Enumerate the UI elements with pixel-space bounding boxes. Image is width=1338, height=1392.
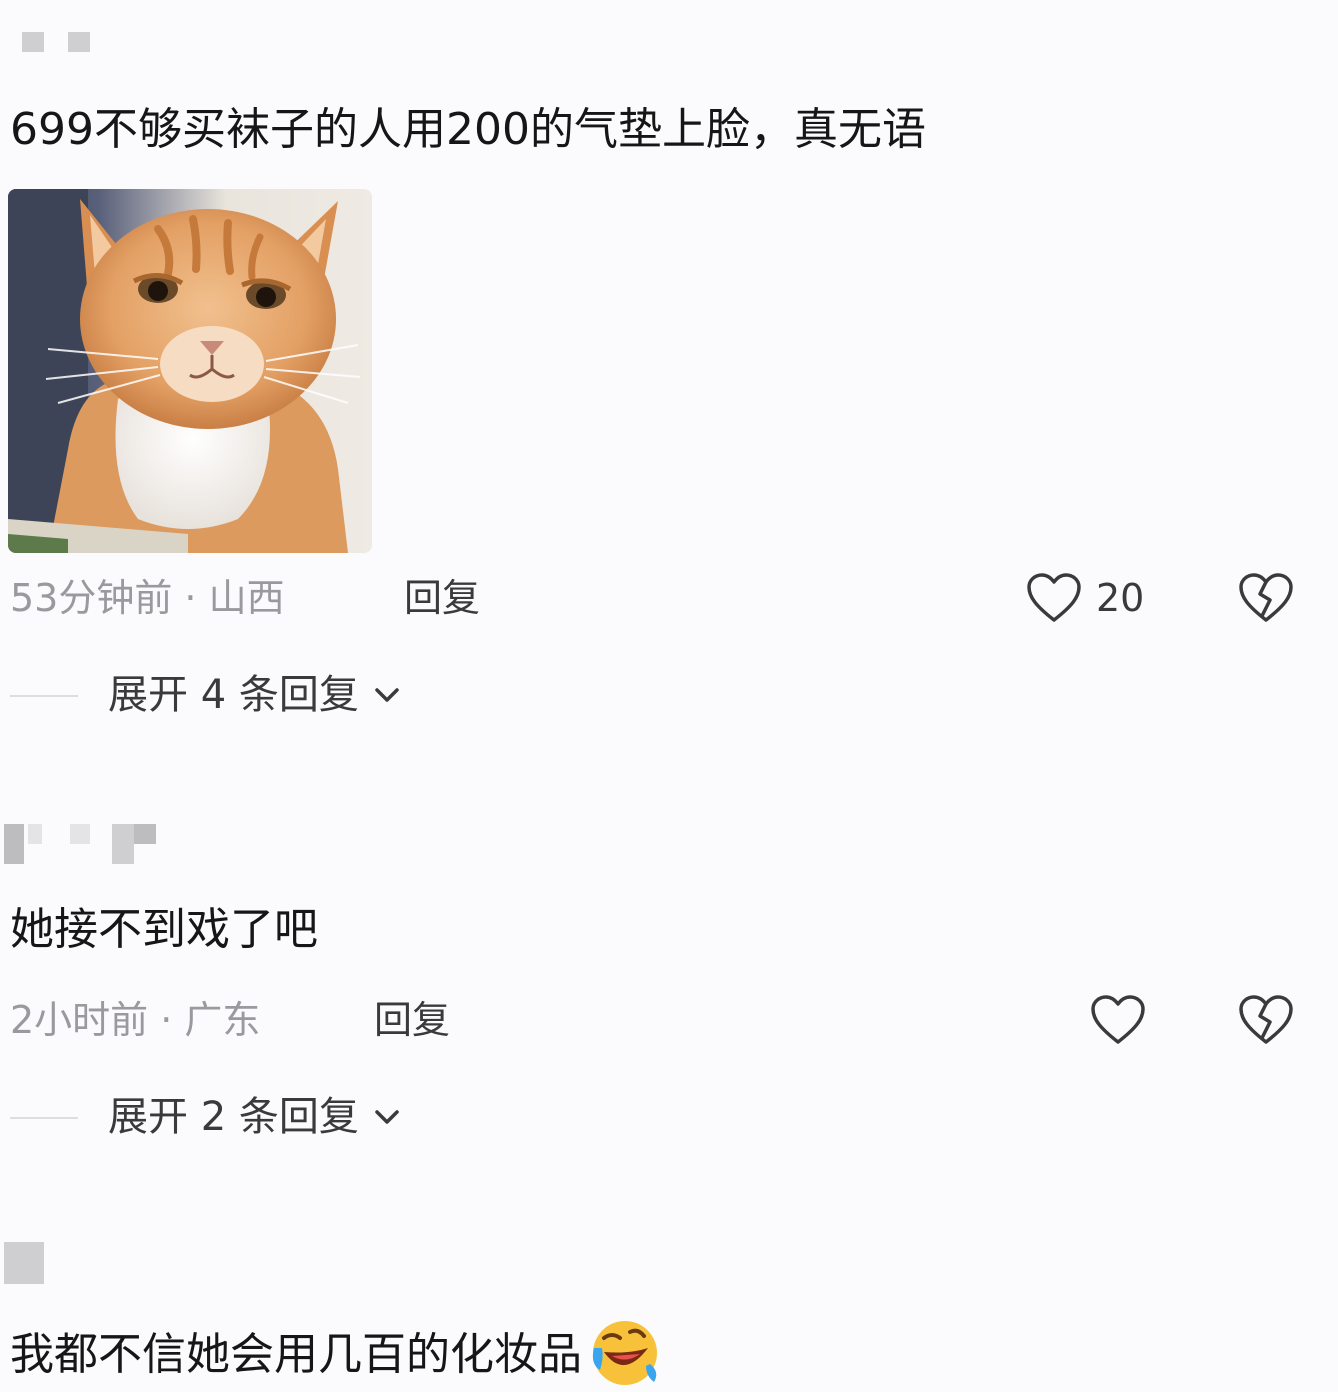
chevron-down-icon — [375, 688, 399, 702]
expand-replies-row: 展开 2 条回复 — [0, 1087, 600, 1147]
expand-replies-label: 展开 2 条回复 — [108, 1094, 359, 1140]
username-blurred[interactable] — [0, 28, 100, 68]
comment-text: 699不够买袜子的人用200的气垫上脸，真无语 — [10, 104, 926, 155]
comment-item: 她接不到戏了吧 2小时前 · 广东 回复 展开 2 条回复 — [0, 800, 1338, 1160]
broken-heart-icon[interactable] — [1238, 994, 1294, 1046]
comment-image-cat[interactable] — [8, 189, 372, 553]
expand-replies-row: 展开 4 条回复 — [0, 665, 600, 725]
chevron-down-icon — [375, 1110, 399, 1124]
comment-meta-row: 2小时前 · 广东 回复 — [0, 990, 1338, 1050]
rolling-laughing-emoji — [592, 1321, 657, 1385]
cat-photo — [8, 189, 372, 553]
like-count: 20 — [1096, 576, 1145, 620]
broken-heart-icon[interactable] — [1238, 572, 1294, 624]
expand-replies-button[interactable]: 展开 2 条回复 — [108, 1087, 401, 1147]
divider — [10, 695, 78, 697]
comment-meta-row: 53分钟前 · 山西 回复 20 — [0, 568, 1338, 628]
comment-time-location: 53分钟前 · 山西 — [10, 576, 285, 620]
expand-replies-label: 展开 4 条回复 — [108, 672, 359, 718]
username-blurred[interactable] — [0, 1238, 60, 1284]
username-blurred[interactable] — [0, 820, 170, 864]
reply-button[interactable]: 回复 — [404, 568, 480, 628]
comment-text: 我都不信她会用几百的化妆品 — [10, 1329, 582, 1380]
like-button[interactable]: 20 — [1026, 568, 1144, 628]
comment-time-location: 2小时前 · 广东 — [10, 998, 261, 1042]
reply-button[interactable]: 回复 — [374, 990, 450, 1050]
heart-outline-icon — [1091, 995, 1145, 1044]
comment-text: 她接不到戏了吧 — [10, 904, 318, 955]
heart-outline-icon — [1027, 573, 1081, 622]
divider — [10, 1117, 78, 1119]
comment-item: 我都不信她会用几百的化妆品 — [0, 1230, 1338, 1385]
like-button[interactable] — [1090, 990, 1146, 1050]
expand-replies-button[interactable]: 展开 4 条回复 — [108, 665, 401, 725]
comment-item: 699不够买袜子的人用200的气垫上脸，真无语 53分钟前 · 山西 回复 20… — [0, 0, 1338, 740]
